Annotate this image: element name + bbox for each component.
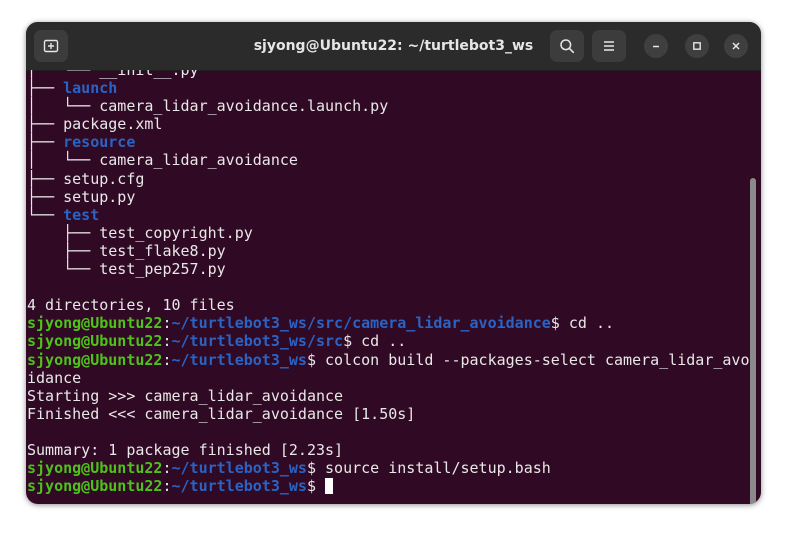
prompt-line: sjyong@Ubuntu22:~/turtlebot3_ws/src$ cd …	[27, 332, 749, 350]
output-text: Finished <<< camera_lidar_avoidance [1.5…	[27, 404, 416, 423]
tree-branch: │ └──	[27, 151, 100, 170]
prompt-user: sjyong@Ubuntu22	[27, 350, 163, 369]
command-text: cd ..	[559, 314, 615, 333]
prompt-user: sjyong@Ubuntu22	[27, 477, 163, 496]
tree-directory-line: ├── resource	[27, 133, 749, 151]
summary-line: 4 directories, 10 files	[27, 296, 749, 314]
command-text: source install/setup.bash	[316, 459, 551, 478]
terminal-output[interactable]: │ └── __init__.py ├── launch │ └── camera_…	[26, 70, 761, 504]
prompt-user: sjyong@Ubuntu22	[27, 314, 163, 333]
tree-file-line: │ └── camera_lidar_avoidance	[27, 151, 749, 169]
prompt-path: ~/turtlebot3_ws	[171, 477, 307, 496]
wrapped-line: idance	[27, 369, 749, 387]
tree-file-line: ├── setup.py	[27, 188, 749, 206]
tree-branch: ├──	[27, 79, 64, 98]
file-name: test_flake8.py	[99, 241, 226, 260]
prompt-path: ~/turtlebot3_ws/src/camera_lidar_avoidan…	[171, 314, 551, 333]
tree-branch: └──	[27, 205, 64, 224]
output-line: Starting >>> camera_lidar_avoidance	[27, 387, 749, 405]
file-name: camera_lidar_avoidance.launch.py	[99, 97, 389, 116]
tree-branch: ├──	[27, 169, 64, 188]
file-name: setup.cfg	[63, 169, 145, 188]
close-icon	[732, 42, 740, 50]
file-name: setup.py	[63, 187, 136, 206]
file-name: __init__.py	[99, 70, 199, 79]
window-title: sjyong@Ubuntu22: ~/turtlebot3_ws	[253, 38, 534, 54]
directory-name: test	[63, 205, 100, 224]
command-text: colcon build --packages-select camera_li…	[316, 350, 750, 369]
menu-button[interactable]	[592, 30, 626, 62]
tree-branch: ├──	[27, 133, 64, 152]
prompt-user: sjyong@Ubuntu22	[27, 459, 163, 478]
tree-directory-line: ├── launch	[27, 79, 749, 97]
tree-file-line: │ └── __init__.py	[27, 70, 749, 79]
tree-directory-line: └── test	[27, 206, 749, 224]
tree-file-line: ├── package.xml	[27, 115, 749, 133]
output-line: Finished <<< camera_lidar_avoidance [1.5…	[27, 405, 749, 423]
tree-file-line: ├── test_flake8.py	[27, 242, 749, 260]
scrollbar[interactable]	[750, 178, 756, 504]
prompt-colon: :	[162, 350, 172, 369]
tree-file-line: │ └── camera_lidar_avoidance.launch.py	[27, 97, 749, 115]
terminal-window: sjyong@Ubuntu22: ~/turtlebot3_ws │ └── _…	[26, 22, 761, 504]
prompt-line: sjyong@Ubuntu22:~/turtlebot3_ws/src/came…	[27, 314, 749, 332]
tree-branch: ├──	[27, 115, 64, 134]
prompt-colon: :	[162, 459, 172, 478]
summary-line: Summary: 1 package finished [2.23s]	[27, 441, 749, 459]
minimize-button[interactable]	[644, 34, 668, 58]
tree-branch: ├──	[27, 223, 100, 242]
tree-branch: │ └──	[27, 97, 100, 116]
directory-name: resource	[63, 133, 136, 152]
maximize-icon	[693, 42, 701, 50]
tree-branch: │ └──	[27, 70, 100, 79]
prompt-dollar: $	[343, 332, 353, 351]
search-button[interactable]	[550, 30, 584, 62]
minimize-icon	[653, 45, 659, 48]
file-name: test_pep257.py	[99, 260, 226, 279]
prompt-user: sjyong@Ubuntu22	[27, 332, 163, 351]
maximize-button[interactable]	[685, 34, 709, 58]
prompt-dollar: $	[306, 350, 316, 369]
prompt-path: ~/turtlebot3_ws/src	[171, 332, 344, 351]
tree-branch: ├──	[27, 187, 64, 206]
active-prompt-line: sjyong@Ubuntu22:~/turtlebot3_ws$	[27, 477, 749, 495]
tree-file-line: ├── test_copyright.py	[27, 224, 749, 242]
build-summary: Summary: 1 package finished [2.23s]	[27, 440, 344, 459]
prompt-colon: :	[162, 332, 172, 351]
output-text: Starting >>> camera_lidar_avoidance	[27, 386, 344, 405]
new-tab-icon	[43, 39, 59, 53]
command-text: idance	[27, 368, 82, 387]
prompt-dollar: $	[306, 459, 316, 478]
tree-branch: └──	[27, 260, 100, 279]
menu-icon	[604, 41, 614, 51]
text-cursor	[325, 478, 334, 495]
prompt-line: sjyong@Ubuntu22:~/turtlebot3_ws$ source …	[27, 459, 749, 477]
prompt-dollar: $	[306, 477, 316, 496]
prompt-dollar: $	[550, 314, 560, 333]
prompt-colon: :	[162, 477, 172, 496]
terminal-text: │ └── __init__.py ├── launch │ └── camera_…	[27, 70, 749, 495]
file-name: test_copyright.py	[99, 223, 253, 242]
prompt-line: sjyong@Ubuntu22:~/turtlebot3_ws$ colcon …	[27, 351, 749, 369]
file-name: camera_lidar_avoidance	[99, 151, 298, 170]
search-icon	[560, 39, 575, 54]
directory-name: launch	[63, 79, 118, 98]
prompt-path: ~/turtlebot3_ws	[171, 350, 307, 369]
tree-file-line: ├── setup.cfg	[27, 170, 749, 188]
file-name: package.xml	[63, 115, 163, 134]
new-tab-button[interactable]	[34, 30, 68, 62]
prompt-path: ~/turtlebot3_ws	[171, 459, 307, 478]
tree-summary: 4 directories, 10 files	[27, 296, 235, 315]
prompt-colon: :	[162, 314, 172, 333]
tree-file-line: └── test_pep257.py	[27, 260, 749, 278]
command-text: cd ..	[352, 332, 407, 351]
title-bar: sjyong@Ubuntu22: ~/turtlebot3_ws	[26, 22, 761, 71]
tree-branch: ├──	[27, 241, 100, 260]
close-button[interactable]	[724, 34, 748, 58]
